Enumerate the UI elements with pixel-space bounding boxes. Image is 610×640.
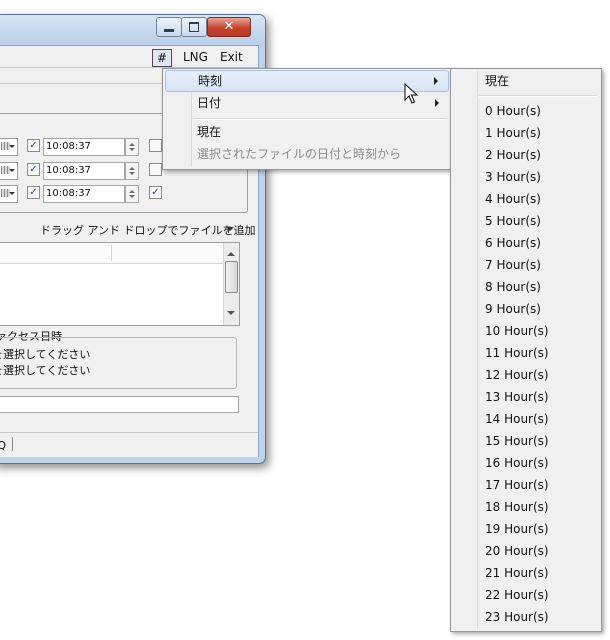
- submenu-item-hour[interactable]: 18 Hour(s): [453, 496, 599, 518]
- maximize-icon[interactable]: [181, 17, 207, 37]
- submenu-item-hour[interactable]: 3 Hour(s): [453, 166, 599, 188]
- submenu-item-label: 20 Hour(s): [485, 544, 549, 558]
- submenu-item-label: 2 Hour(s): [485, 148, 541, 162]
- list-header: [0, 243, 223, 264]
- group-hint-line: を選択してください: [0, 364, 91, 377]
- minimize-icon[interactable]: [156, 17, 182, 37]
- submenu-item-label: 現在: [485, 74, 510, 88]
- menu-item-label: 選択されたファイルの日付と時刻から: [197, 147, 402, 161]
- date-picker[interactable]: [0, 162, 18, 180]
- submenu-item-hour[interactable]: 15 Hour(s): [453, 430, 599, 452]
- chevron-right-icon: [434, 77, 442, 85]
- submenu-item-label: 0 Hour(s): [485, 104, 541, 118]
- submenu-item-label: 7 Hour(s): [485, 258, 541, 272]
- submenu-item-label: 21 Hour(s): [485, 566, 549, 580]
- submenu-item-label: 8 Hour(s): [485, 280, 541, 294]
- extra-checkbox[interactable]: [149, 139, 162, 152]
- submenu-item-hour[interactable]: 6 Hour(s): [453, 232, 599, 254]
- menu-separator: [479, 95, 597, 97]
- chevron-down-icon[interactable]: [226, 227, 234, 235]
- path-input[interactable]: [0, 396, 239, 413]
- time-field[interactable]: 10:08:37: [43, 138, 125, 156]
- submenu-item-hour[interactable]: 13 Hour(s): [453, 386, 599, 408]
- menu-item-label: 日付: [197, 96, 222, 110]
- row-checkbox[interactable]: ✓: [27, 186, 40, 199]
- submenu-item-label: 3 Hour(s): [485, 170, 541, 184]
- status-divider: [12, 437, 13, 451]
- submenu-item-label: 18 Hour(s): [485, 500, 549, 514]
- menu-item-label: 現在: [197, 125, 222, 139]
- submenu-item-hour[interactable]: 19 Hour(s): [453, 518, 599, 540]
- submenu-item-label: 22 Hour(s): [485, 588, 549, 602]
- chevron-right-icon: [435, 99, 443, 107]
- submenu-item-hour[interactable]: 0 Hour(s): [453, 100, 599, 122]
- time-field[interactable]: 10:08:37: [43, 185, 125, 203]
- extra-checkbox[interactable]: ✓: [149, 186, 162, 199]
- submenu-item-label: 19 Hour(s): [485, 522, 549, 536]
- add-files-dropdown[interactable]: ドラッグ アンド ドロップでファイルを追加: [40, 222, 256, 238]
- submenu-item-hour[interactable]: 12 Hour(s): [453, 364, 599, 386]
- date-picker[interactable]: [0, 138, 18, 156]
- submenu-item-hour[interactable]: 14 Hour(s): [453, 408, 599, 430]
- submenu-item-hour[interactable]: 20 Hour(s): [453, 540, 599, 562]
- submenu-item-label: 23 Hour(s): [485, 610, 549, 624]
- close-icon[interactable]: ✕: [207, 17, 251, 37]
- submenu-item-label: 4 Hour(s): [485, 192, 541, 206]
- status-faq-link[interactable]: AQ: [0, 439, 6, 452]
- list-scrollbar[interactable]: [223, 243, 239, 325]
- status-bar: AQ: [0, 432, 258, 457]
- submenu-item-hour[interactable]: 21 Hour(s): [453, 562, 599, 584]
- extra-checkbox[interactable]: [149, 163, 162, 176]
- scroll-thumb[interactable]: [225, 261, 238, 293]
- submenu-item-hour[interactable]: 2 Hour(s): [453, 144, 599, 166]
- menu-lng[interactable]: LNG: [180, 49, 211, 65]
- submenu-item-label: 13 Hour(s): [485, 390, 549, 404]
- submenu-item-label: 15 Hour(s): [485, 434, 549, 448]
- time-field[interactable]: 10:08:37: [43, 162, 125, 180]
- submenu-item-label: 11 Hour(s): [485, 346, 549, 360]
- submenu-item-label: 5 Hour(s): [485, 214, 541, 228]
- submenu-item-hour[interactable]: 1 Hour(s): [453, 122, 599, 144]
- submenu-item-hour[interactable]: 16 Hour(s): [453, 452, 599, 474]
- menu-item-label: 時刻: [198, 74, 223, 88]
- file-list[interactable]: [0, 242, 240, 326]
- submenu-item-hour[interactable]: 4 Hour(s): [453, 188, 599, 210]
- submenu-item-label: 6 Hour(s): [485, 236, 541, 250]
- submenu-item-label: 16 Hour(s): [485, 456, 549, 470]
- hour-submenu: 現在 0 Hour(s) 1 Hour(s) 2 Hour(s) 3 Hour(s) 4…: [450, 68, 602, 632]
- title-bar[interactable]: ✕: [0, 15, 265, 45]
- group-hint-line: を選択してください: [0, 348, 91, 361]
- time-spinner[interactable]: [125, 162, 139, 180]
- menu-item-now[interactable]: 現在: [165, 121, 449, 143]
- submenu-item-label: 1 Hour(s): [485, 126, 541, 140]
- submenu-item-hour[interactable]: 11 Hour(s): [453, 342, 599, 364]
- menu-exit[interactable]: Exit: [217, 49, 246, 65]
- row-checkbox[interactable]: ✓: [27, 163, 40, 176]
- submenu-item-label: 9 Hour(s): [485, 302, 541, 316]
- menu-item-from-selected-file: 選択されたファイルの日付と時刻から: [165, 143, 449, 165]
- submenu-item-hour[interactable]: 23 Hour(s): [453, 606, 599, 628]
- submenu-item-label: 17 Hour(s): [485, 478, 549, 492]
- submenu-item-hour[interactable]: 17 Hour(s): [453, 474, 599, 496]
- submenu-item-label: 12 Hour(s): [485, 368, 549, 382]
- submenu-item-label: 14 Hour(s): [485, 412, 549, 426]
- submenu-item-hour[interactable]: 5 Hour(s): [453, 210, 599, 232]
- submenu-item-now[interactable]: 現在: [453, 70, 599, 92]
- row-checkbox[interactable]: ✓: [27, 139, 40, 152]
- submenu-item-hour[interactable]: 8 Hour(s): [453, 276, 599, 298]
- menu-bar: # LNG Exit: [0, 48, 258, 67]
- scroll-up-icon[interactable]: [227, 248, 235, 256]
- submenu-item-hour[interactable]: 10 Hour(s): [453, 320, 599, 342]
- time-spinner[interactable]: [125, 138, 139, 156]
- submenu-item-hour[interactable]: 9 Hour(s): [453, 298, 599, 320]
- menu-separator: [193, 118, 447, 120]
- submenu-item-label: 10 Hour(s): [485, 324, 549, 338]
- scroll-down-icon[interactable]: [227, 311, 235, 319]
- submenu-item-hour[interactable]: 22 Hour(s): [453, 584, 599, 606]
- submenu-item-hour[interactable]: 7 Hour(s): [453, 254, 599, 276]
- mouse-pointer-icon: [404, 83, 418, 104]
- time-spinner[interactable]: [125, 185, 139, 203]
- menu-hash[interactable]: #: [152, 49, 173, 67]
- date-picker[interactable]: [0, 185, 18, 203]
